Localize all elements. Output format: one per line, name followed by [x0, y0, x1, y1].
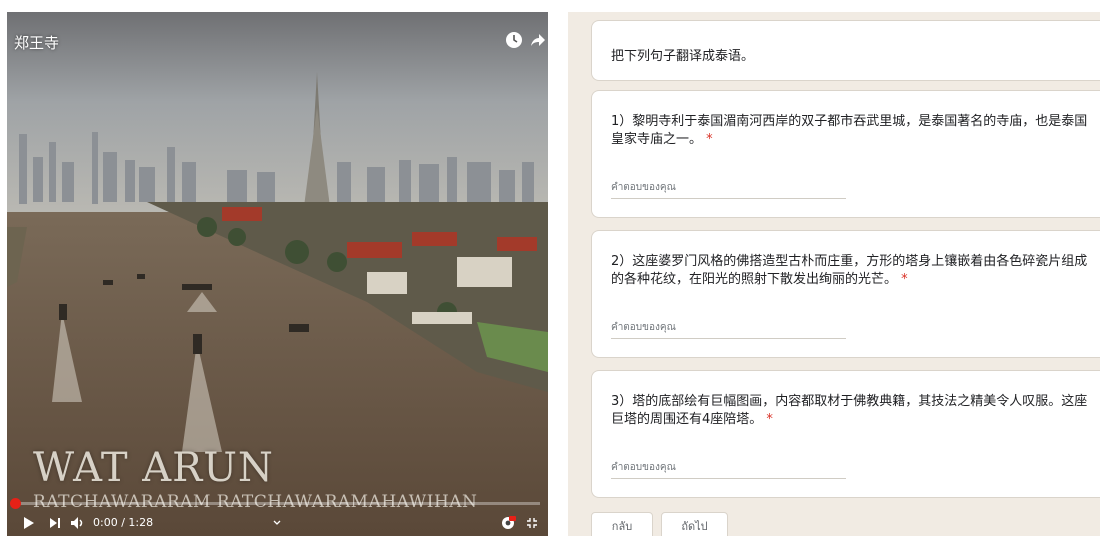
chevron-down-icon[interactable]: [271, 513, 283, 533]
answer-input-3[interactable]: [611, 457, 846, 479]
question-card-2: 2）这座婆罗门风格的佛搭造型古朴而庄重，方形的塔身上镶嵌着由各色碎瓷片组成的各种…: [591, 230, 1100, 358]
form-description-card: 把下列句子翻译成泰语。: [591, 20, 1100, 81]
question-text-1: 1）黎明寺利于泰国湄南河西岸的双子都市吞武里城，是泰国著名的寺庙，也是泰国皇家寺…: [611, 114, 1088, 147]
clock-icon[interactable]: [502, 28, 526, 52]
video-controls: 0:00 / 1:28: [7, 510, 548, 536]
video-time: 0:00 / 1:28: [93, 516, 154, 529]
question-title-1: 1）黎明寺利于泰国湄南河西岸的双子都市吞武里城，是泰国著名的寺庙，也是泰国皇家寺…: [611, 113, 1095, 149]
form-description: 把下列句子翻译成泰语。: [611, 49, 755, 64]
question-text-2: 2）这座婆罗门风格的佛搭造型古朴而庄重，方形的塔身上镶嵌着由各色碎瓷片组成的各种…: [611, 254, 1088, 287]
video-overlay-title: Wat Arun: [33, 445, 274, 491]
required-mark-2: *: [901, 272, 908, 287]
next-button[interactable]: ถัดไป: [661, 512, 728, 536]
question-title-2: 2）这座婆罗门风格的佛搭造型古朴而庄重，方形的塔身上镶嵌着由各色碎瓷片组成的各种…: [611, 253, 1095, 289]
back-button[interactable]: กลับ: [591, 512, 653, 536]
required-mark-1: *: [706, 132, 713, 147]
answer-input-2[interactable]: [611, 317, 846, 339]
question-card-1: 1）黎明寺利于泰国湄南河西岸的双子都市吞武里城，是泰国著名的寺庙，也是泰国皇家寺…: [591, 90, 1100, 218]
video-progress-handle[interactable]: [10, 498, 21, 509]
answer-input-1[interactable]: [611, 177, 846, 199]
video-title[interactable]: 郑王寺: [14, 32, 59, 53]
question-text-3: 3）塔的底部绘有巨幅图画，内容都取材于佛教典籍，其技法之精美令人叹服。这座巨塔的…: [611, 394, 1088, 427]
form-panel: 把下列句子翻译成泰语。 1）黎明寺利于泰国湄南河西岸的双子都市吞武里城，是泰国著…: [568, 12, 1100, 536]
play-icon[interactable]: [21, 513, 37, 533]
video-progress-bar[interactable]: [10, 498, 540, 509]
video-player[interactable]: 郑王寺 Wat Arun Ratchawararam Ratchawaramah…: [7, 12, 548, 536]
question-title-3: 3）塔的底部绘有巨幅图画，内容都取材于佛教典籍，其技法之精美令人叹服。这座巨塔的…: [611, 393, 1095, 429]
fullscreen-icon[interactable]: [524, 513, 540, 533]
share-icon[interactable]: [525, 28, 548, 52]
next-icon[interactable]: [47, 513, 63, 533]
volume-icon[interactable]: [69, 513, 87, 533]
question-card-3: 3）塔的底部绘有巨幅图画，内容都取材于佛教典籍，其技法之精美令人叹服。这座巨塔的…: [591, 370, 1100, 498]
settings-icon[interactable]: [499, 513, 517, 533]
required-mark-3: *: [766, 412, 773, 427]
